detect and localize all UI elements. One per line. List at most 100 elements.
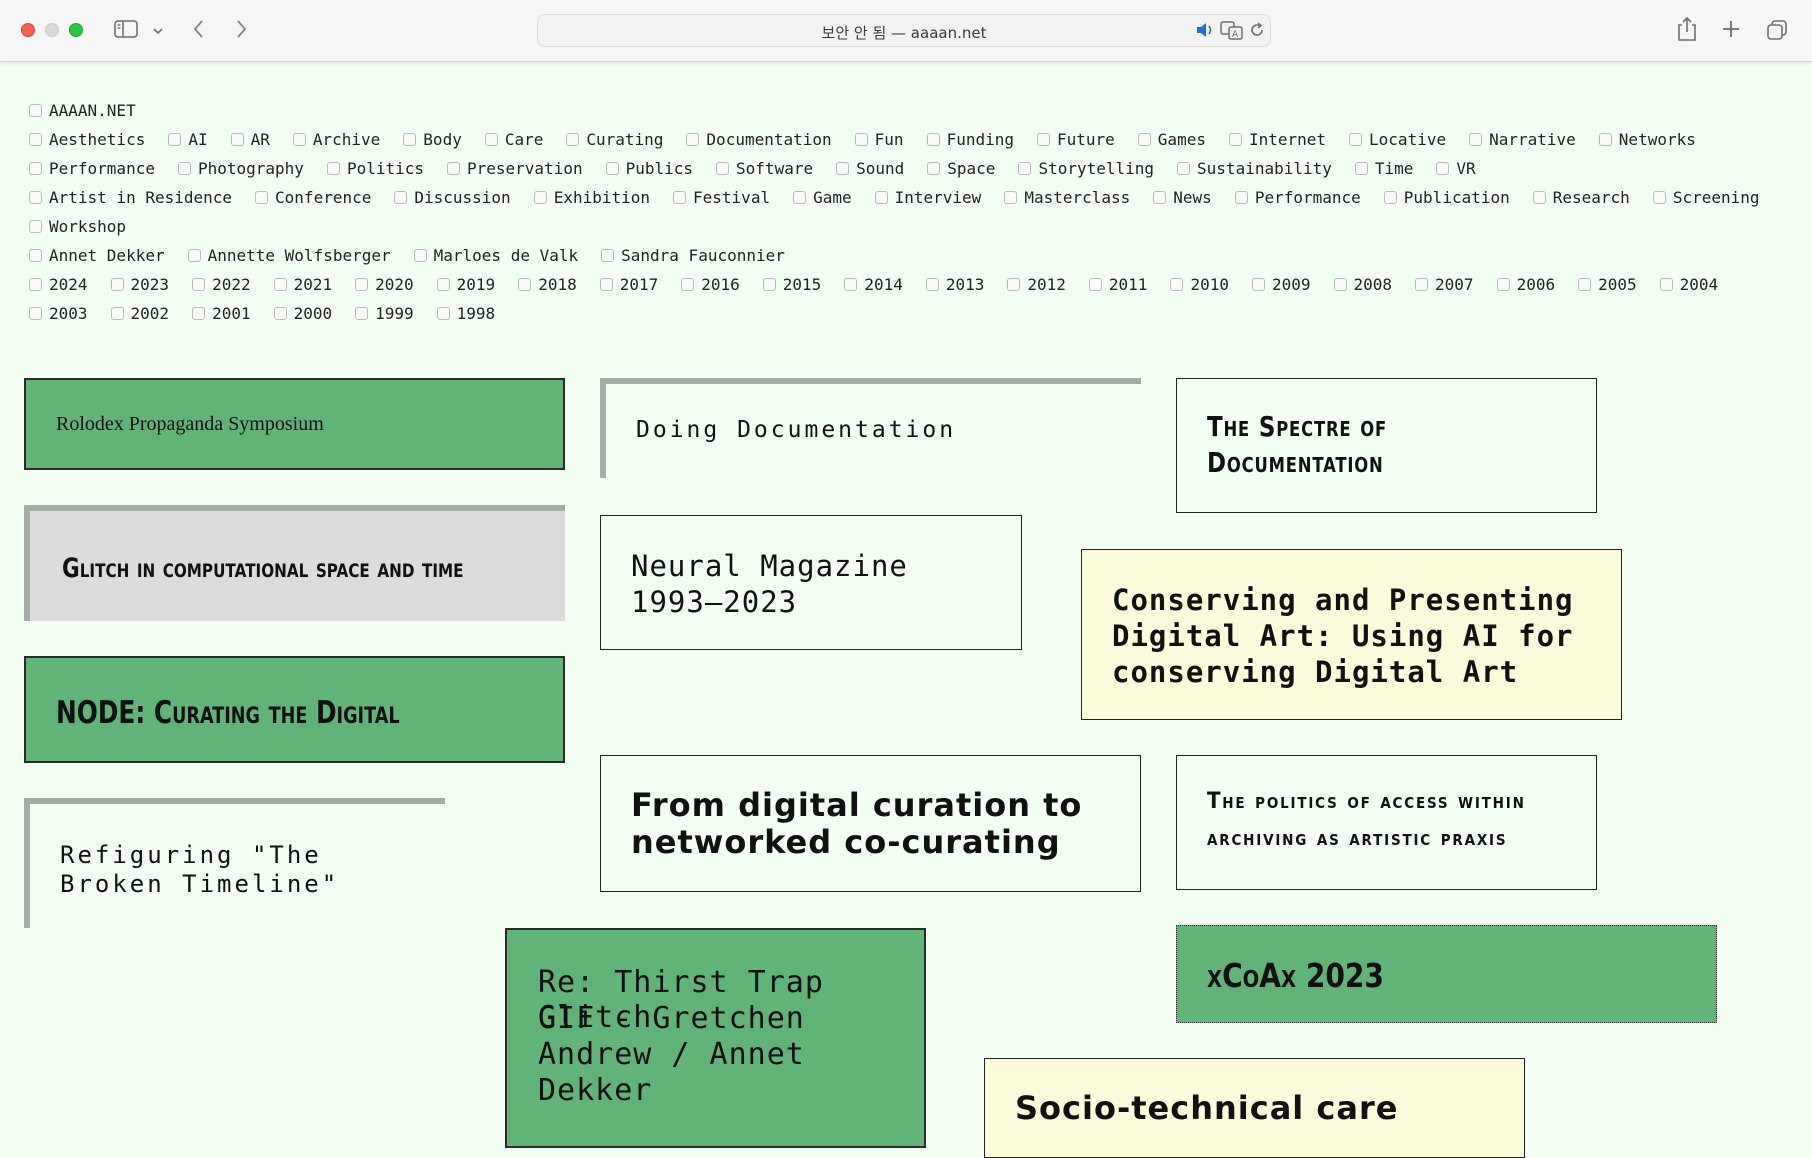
checkbox-box[interactable] <box>1007 278 1021 291</box>
checkbox-box[interactable] <box>681 278 695 291</box>
filter-checkbox[interactable]: 2001 <box>192 304 251 323</box>
filter-checkbox[interactable]: Game <box>793 188 852 207</box>
translate-icon[interactable]: A <box>1220 20 1244 44</box>
back-icon[interactable] <box>192 18 206 44</box>
filter-checkbox[interactable]: Games <box>1137 130 1206 149</box>
filter-checkbox[interactable]: 2003 <box>29 304 88 323</box>
card-neural-magazine[interactable]: Neural Magazine 1993–2023 <box>600 515 1022 650</box>
chevron-down-icon[interactable] <box>152 22 164 41</box>
sidebar-toggle-icon[interactable] <box>114 19 138 43</box>
checkbox-box[interactable] <box>29 133 42 146</box>
filter-checkbox[interactable]: Documentation <box>686 130 832 149</box>
filter-checkbox[interactable]: AI <box>168 130 208 149</box>
filter-checkbox[interactable]: Marloes de Valk <box>413 246 578 265</box>
filter-checkbox[interactable]: Internet <box>1228 130 1326 149</box>
reload-icon[interactable] <box>1248 21 1266 43</box>
filter-checkbox[interactable]: Narrative <box>1469 130 1576 149</box>
checkbox-box[interactable] <box>599 278 613 291</box>
filter-checkbox[interactable]: Aesthetics <box>29 130 145 149</box>
checkbox-box[interactable] <box>1234 191 1248 204</box>
card-node-curating-the-digital[interactable]: NODE: Curating the Digital <box>24 656 565 763</box>
checkbox-box[interactable] <box>436 278 450 291</box>
checkbox-box[interactable] <box>566 133 580 146</box>
filter-checkbox[interactable]: 2024 <box>29 275 88 294</box>
checkbox-box[interactable] <box>836 162 850 175</box>
checkbox-box[interactable] <box>601 249 615 262</box>
filter-checkbox[interactable]: Annette Wolfsberger <box>187 246 391 265</box>
checkbox-box[interactable] <box>1037 133 1050 146</box>
checkbox-box[interactable] <box>292 133 306 146</box>
zoom-window-button[interactable] <box>69 23 83 37</box>
checkbox-box[interactable] <box>326 162 340 175</box>
filter-checkbox[interactable]: Locative <box>1349 130 1446 149</box>
checkbox-box[interactable] <box>1018 162 1032 175</box>
filter-checkbox[interactable]: Artist in Residence <box>29 188 232 207</box>
checkbox-box[interactable] <box>484 133 498 146</box>
filter-checkbox[interactable]: Performance <box>29 159 155 178</box>
checkbox-box[interactable] <box>436 307 450 320</box>
checkbox-box[interactable] <box>1251 278 1265 291</box>
checkbox-box[interactable] <box>255 191 269 204</box>
checkbox-box[interactable] <box>1088 278 1102 291</box>
filter-checkbox[interactable]: 2004 <box>1659 275 1718 294</box>
filter-checkbox[interactable]: Fun <box>854 130 904 149</box>
checkbox-box[interactable] <box>192 278 206 291</box>
tab-overview-icon[interactable] <box>1766 19 1788 45</box>
filter-checkbox[interactable]: VR <box>1436 159 1476 178</box>
filter-checkbox[interactable]: AAAAN.NET <box>29 101 136 120</box>
checkbox-box[interactable] <box>1177 162 1191 175</box>
filter-checkbox[interactable]: Masterclass <box>1004 188 1130 207</box>
card-doing-documentation[interactable]: Doing Documentation <box>600 378 1141 478</box>
filter-checkbox[interactable]: Funding <box>926 130 1014 149</box>
checkbox-box[interactable] <box>413 249 427 262</box>
filter-checkbox[interactable]: Photography <box>177 159 304 178</box>
checkbox-box[interactable] <box>230 133 244 146</box>
checkbox-box[interactable] <box>716 162 730 175</box>
checkbox-box[interactable] <box>394 191 408 204</box>
filter-checkbox[interactable]: 2007 <box>1415 275 1474 294</box>
checkbox-box[interactable] <box>29 191 42 204</box>
filter-checkbox[interactable]: Politics <box>326 159 424 178</box>
checkbox-box[interactable] <box>925 278 939 291</box>
filter-checkbox[interactable]: Future <box>1037 130 1115 149</box>
checkbox-box[interactable] <box>110 307 124 320</box>
filter-checkbox[interactable]: Festival <box>673 188 770 207</box>
checkbox-box[interactable] <box>1354 162 1368 175</box>
filter-checkbox[interactable]: Discussion <box>394 188 511 207</box>
checkbox-box[interactable] <box>1333 278 1347 291</box>
filter-checkbox[interactable]: Research <box>1532 188 1630 207</box>
checkbox-box[interactable] <box>1532 191 1546 204</box>
checkbox-box[interactable] <box>29 162 42 175</box>
filter-checkbox[interactable]: Software <box>716 159 813 178</box>
checkbox-box[interactable] <box>854 133 868 146</box>
filter-checkbox[interactable]: 2009 <box>1251 275 1311 294</box>
filter-checkbox[interactable]: 2020 <box>355 275 414 294</box>
checkbox-box[interactable] <box>273 278 287 291</box>
checkbox-box[interactable] <box>355 307 369 320</box>
checkbox-box[interactable] <box>1652 191 1666 204</box>
filter-checkbox[interactable]: 2013 <box>925 275 984 294</box>
checkbox-box[interactable] <box>1469 133 1483 146</box>
filter-checkbox[interactable]: Workshop <box>29 217 126 236</box>
checkbox-box[interactable] <box>1436 162 1450 175</box>
checkbox-box[interactable] <box>1659 278 1673 291</box>
filter-checkbox[interactable]: Sandra Fauconnier <box>601 246 785 265</box>
checkbox-box[interactable] <box>793 191 807 204</box>
filter-checkbox[interactable]: AR <box>230 130 270 149</box>
checkbox-box[interactable] <box>168 133 182 146</box>
filter-checkbox[interactable]: Annet Dekker <box>29 246 165 265</box>
checkbox-box[interactable] <box>403 133 417 146</box>
new-tab-icon[interactable] <box>1721 19 1741 43</box>
filter-checkbox[interactable]: 2017 <box>599 275 658 294</box>
checkbox-box[interactable] <box>29 278 42 291</box>
card-refiguring-the-broken-timeline[interactable]: Refiguring "The Broken Timeline" <box>24 798 445 928</box>
checkbox-box[interactable] <box>1578 278 1592 291</box>
forward-icon[interactable] <box>234 18 248 44</box>
checkbox-box[interactable] <box>273 307 287 320</box>
filter-checkbox[interactable]: Time <box>1354 159 1413 178</box>
filter-checkbox[interactable]: Performance <box>1234 188 1361 207</box>
checkbox-box[interactable] <box>874 191 888 204</box>
checkbox-box[interactable] <box>1004 191 1018 204</box>
filter-checkbox[interactable]: 2019 <box>436 275 495 294</box>
card-glitch-in-computational-space-and-time[interactable]: Glitch in computational space and time <box>24 505 565 621</box>
